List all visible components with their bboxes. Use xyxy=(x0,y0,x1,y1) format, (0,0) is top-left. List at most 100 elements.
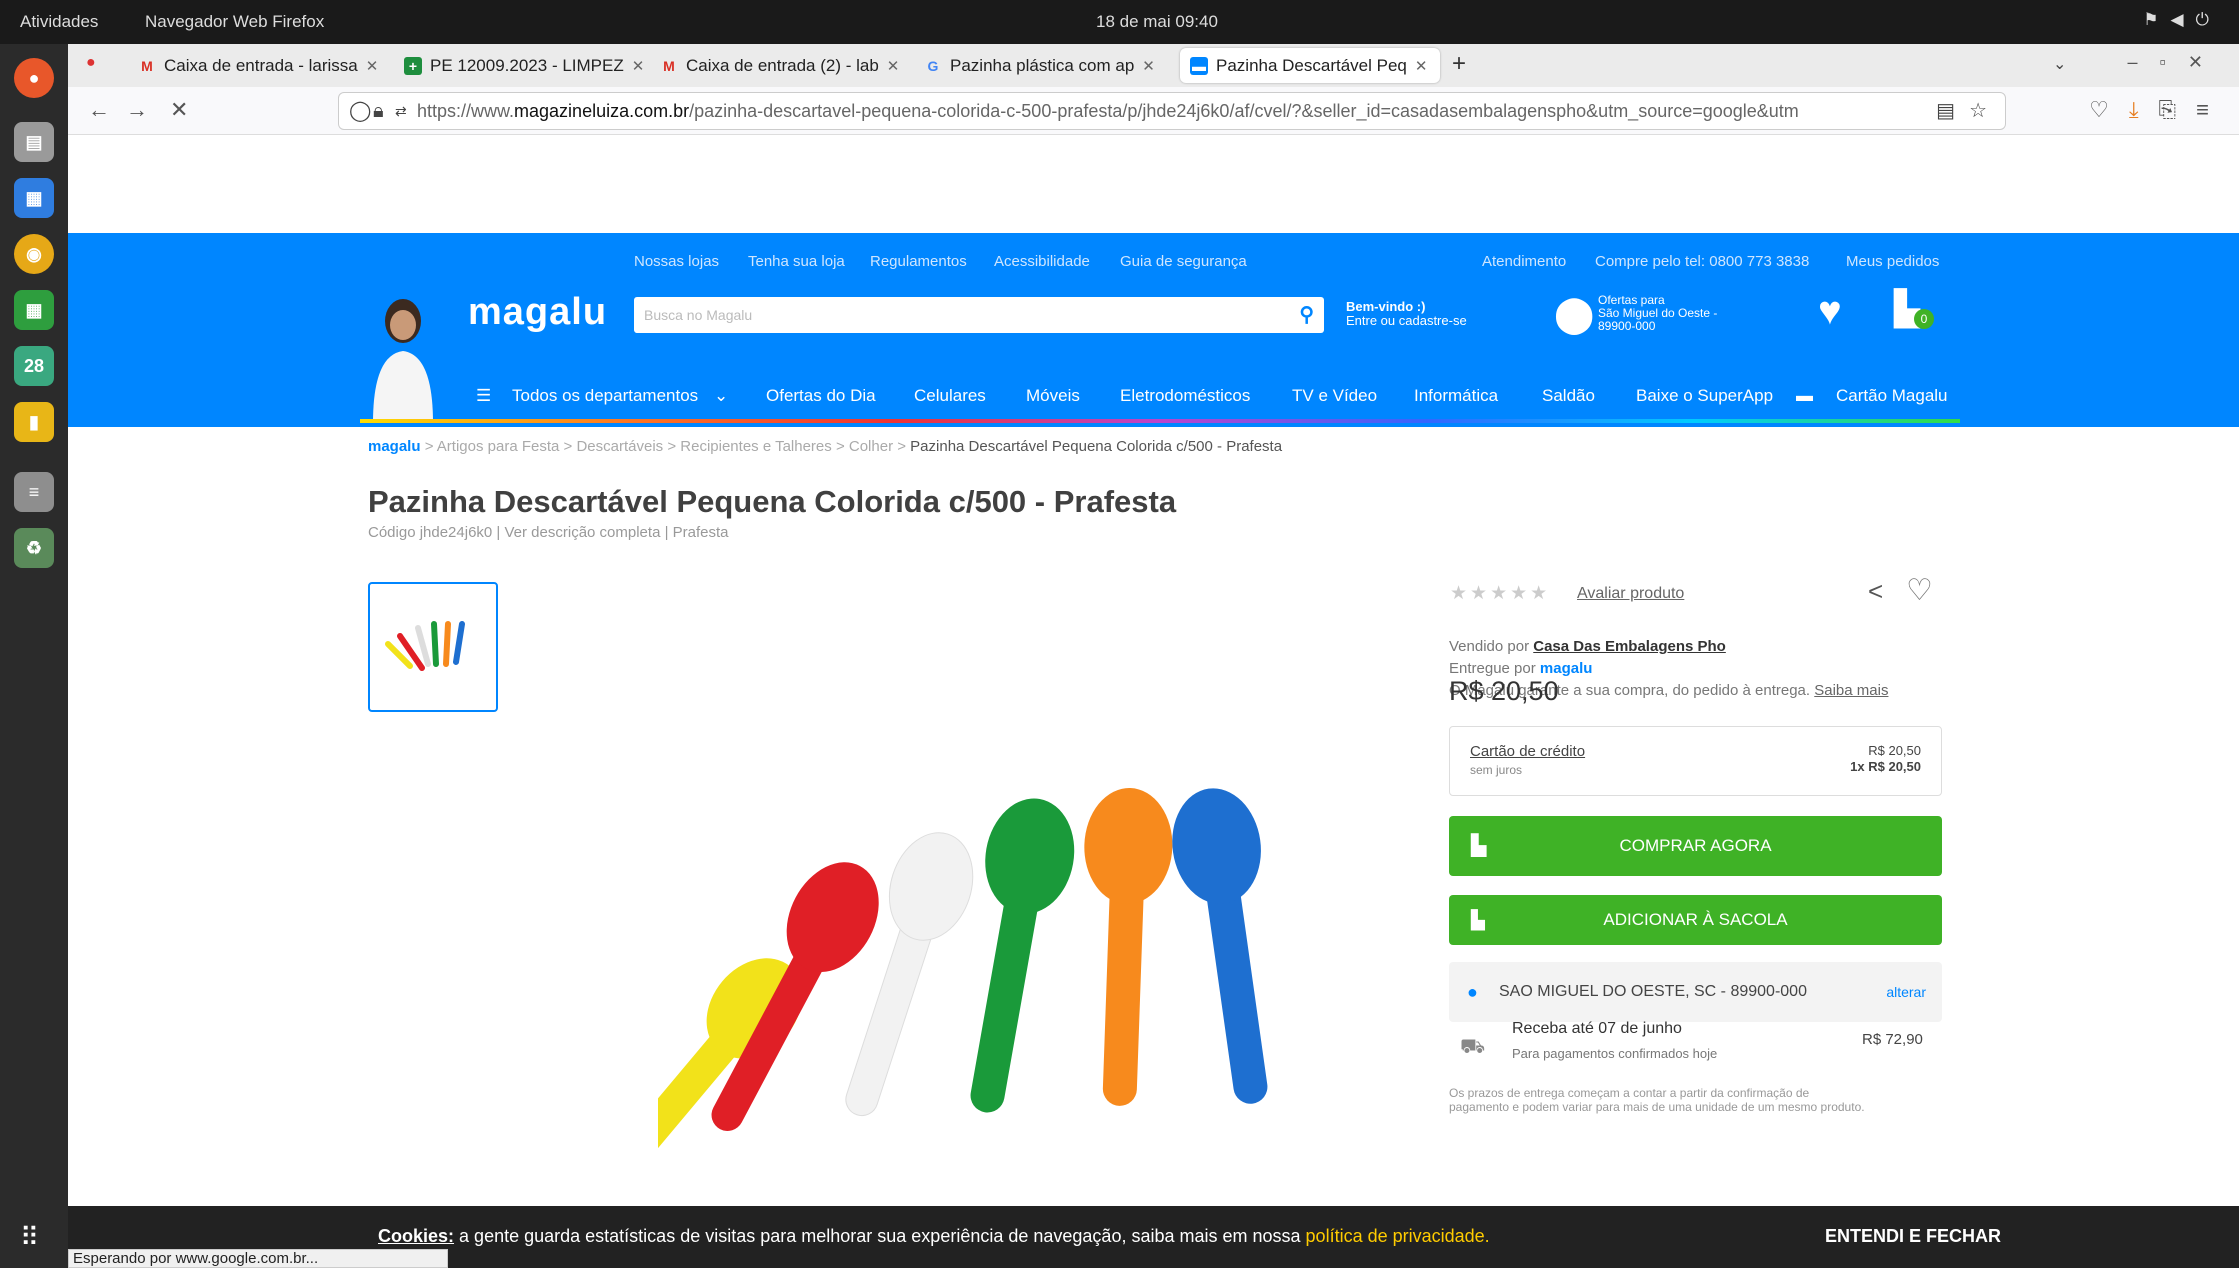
product-main-image[interactable] xyxy=(658,676,1338,1176)
rate-product-link[interactable]: Avaliar produto xyxy=(1577,585,1684,603)
forward-icon[interactable]: → xyxy=(126,97,148,123)
link-atendimento[interactable]: Atendimento xyxy=(1482,253,1566,270)
link-regulamentos[interactable]: Regulamentos xyxy=(870,253,967,270)
close-tab-icon[interactable]: ✕ xyxy=(1415,57,1428,75)
app-grid-icon[interactable]: ⠿ xyxy=(20,1222,39,1253)
calendar-icon[interactable]: 28 xyxy=(14,346,54,386)
firefox-icon[interactable]: ● xyxy=(14,58,54,98)
close-tab-icon[interactable]: ✕ xyxy=(366,57,379,75)
download-icon[interactable]: ⤓ xyxy=(2129,97,2159,122)
lock-icon[interactable]: 🔒︎ xyxy=(373,93,384,129)
category-saldao[interactable]: Saldão xyxy=(1542,386,1595,406)
close-tab-icon[interactable]: ✕ xyxy=(1142,57,1155,75)
card-sub: sem juros xyxy=(1470,763,1523,777)
tab-list-icon[interactable]: ⌄ xyxy=(2053,54,2066,74)
network-icon: ⚑ xyxy=(2143,10,2171,29)
close-tab-icon[interactable]: ✕ xyxy=(887,57,900,75)
seller-link[interactable]: Casa Das Embalagens Pho xyxy=(1533,638,1726,655)
dock: ● ▤ ▦ ◉ ▦ 28 ▮ ≡ ♻ ⠿ xyxy=(0,44,68,1268)
trash-icon[interactable]: ♻ xyxy=(14,528,54,568)
close-window-icon[interactable]: ✕ xyxy=(2188,52,2225,72)
rating-stars[interactable]: ★★★★★ xyxy=(1450,582,1550,605)
notes-icon[interactable]: ▮ xyxy=(14,402,54,442)
text-editor-icon[interactable]: ≡ xyxy=(14,472,54,512)
search-icon[interactable]: ⚲ xyxy=(1299,297,1314,333)
extension-icon[interactable]: ● xyxy=(86,54,96,72)
reader-view-icon[interactable]: ▤ xyxy=(1936,93,1955,129)
login-link[interactable]: Entre ou cadastre-se xyxy=(1346,313,1467,328)
payment-option-card[interactable]: Cartão de crédito sem juros R$ 20,50 1x … xyxy=(1449,726,1942,796)
card-label[interactable]: Cartão de crédito xyxy=(1470,743,1585,760)
chevron-down-icon[interactable]: ⌄ xyxy=(714,386,728,406)
category-moveis[interactable]: Móveis xyxy=(1026,386,1080,406)
close-tab-icon[interactable]: ✕ xyxy=(632,57,645,75)
tab-magalu-active[interactable]: ▬ Pazinha Descartável Peq ✕ xyxy=(1180,48,1440,83)
activities-button[interactable]: Atividades xyxy=(20,12,98,32)
url-bar[interactable]: ◯ 🔒︎ ⇄ https://www.magazineluiza.com.br/… xyxy=(338,92,2006,130)
product-price: R$ 20,50 xyxy=(1449,676,1559,706)
category-cartao-magalu[interactable]: Cartão Magalu xyxy=(1836,386,1948,406)
tab-gmail-1[interactable]: M Caixa de entrada - larissa ✕ xyxy=(128,48,398,83)
link-meus-pedidos[interactable]: Meus pedidos xyxy=(1846,253,1939,270)
maximize-icon[interactable]: ▫ xyxy=(2160,52,2188,72)
permissions-icon[interactable]: ⇄ xyxy=(395,93,407,129)
favorite-heart-icon[interactable]: ♡ xyxy=(1906,573,1933,608)
location-pin-icon[interactable]: ⬤ xyxy=(1554,293,1594,335)
breadcrumb-home[interactable]: magalu xyxy=(368,438,421,455)
privacy-policy-link[interactable]: política de privacidade. xyxy=(1306,1226,1490,1246)
sheets-icon: + xyxy=(404,56,422,75)
active-app-label[interactable]: Navegador Web Firefox xyxy=(145,12,324,32)
cart-icon[interactable]: ▙ 0 xyxy=(1894,289,1934,329)
stop-icon[interactable]: ✕ xyxy=(170,97,188,123)
back-icon[interactable]: ← xyxy=(88,97,110,123)
delivered-by-line: Entregue por magalu xyxy=(1449,660,1592,677)
category-celulares[interactable]: Celulares xyxy=(914,386,986,406)
category-informatica[interactable]: Informática xyxy=(1414,386,1498,406)
product-code-line[interactable]: Código jhde24j6k0 | Ver descrição comple… xyxy=(368,524,729,541)
clock[interactable]: 18 de mai 09:40 xyxy=(1096,12,1218,32)
minimize-icon[interactable]: – xyxy=(2128,52,2160,72)
wishlist-heart-icon[interactable]: ♥ xyxy=(1818,289,1842,334)
breadcrumb-item[interactable]: Artigos para Festa xyxy=(437,438,560,455)
new-tab-icon[interactable]: + xyxy=(1452,50,1466,78)
firefox-window: ● M Caixa de entrada - larissa ✕ + PE 12009… xyxy=(68,44,2239,1268)
calc-icon[interactable]: ▦ xyxy=(14,290,54,330)
window-controls[interactable]: –▫✕ xyxy=(2128,52,2226,73)
product-thumbnail[interactable] xyxy=(368,582,498,712)
link-acessibilidade[interactable]: Acessibilidade xyxy=(994,253,1090,270)
system-tray[interactable]: ⚑◀⏻ xyxy=(2143,10,2221,30)
breadcrumb-item[interactable]: Recipientes e Talheres xyxy=(680,438,831,455)
search-input[interactable]: Busca no Magalu ⚲ xyxy=(634,297,1324,333)
chrome-icon[interactable]: ◉ xyxy=(14,234,54,274)
shield-icon[interactable]: ◯ xyxy=(349,93,371,129)
category-eletrodomesticos[interactable]: Eletrodomésticos xyxy=(1120,386,1250,406)
link-compre-pelo-tel[interactable]: Compre pelo tel: 0800 773 3838 xyxy=(1595,253,1809,270)
learn-more-link[interactable]: Saiba mais xyxy=(1814,682,1888,699)
add-to-bag-button[interactable]: ▙ ADICIONAR À SACOLA xyxy=(1449,895,1942,945)
magalu-logo[interactable]: magalu xyxy=(468,291,607,334)
pocket-icon[interactable]: ♡ xyxy=(2089,97,2129,122)
files-icon[interactable]: ▤ xyxy=(14,122,54,162)
link-tenha-sua-loja[interactable]: Tenha sua loja xyxy=(748,253,845,270)
category-ofertas-dia[interactable]: Ofertas do Dia xyxy=(766,386,876,406)
breadcrumb-item[interactable]: Colher xyxy=(849,438,893,455)
offers-cep[interactable]: 89900-000 xyxy=(1598,319,1655,334)
share-icon[interactable]: < xyxy=(1868,576,1883,607)
menu-hamburger-icon[interactable]: ☰ xyxy=(476,386,491,406)
breadcrumb-item[interactable]: Descartáveis xyxy=(576,438,663,455)
change-location-link[interactable]: alterar xyxy=(1886,962,1926,1022)
magalu-icon: ▬ xyxy=(1190,56,1208,75)
cookie-lead: Cookies: xyxy=(378,1226,455,1246)
link-guia-seguranca[interactable]: Guia de segurança xyxy=(1120,253,1247,270)
buy-now-button[interactable]: ▙ COMPRAR AGORA xyxy=(1449,816,1942,876)
cookie-accept-button[interactable]: ENTENDI E FECHAR xyxy=(1825,1226,2001,1247)
category-todos-departamentos[interactable]: Todos os departamentos xyxy=(512,386,698,406)
menu-icon[interactable]: ≡ xyxy=(2196,97,2229,122)
category-tv-video[interactable]: TV e Vídeo xyxy=(1292,386,1377,406)
bookmark-star-icon[interactable]: ☆ xyxy=(1969,93,1987,129)
writer-icon[interactable]: ▦ xyxy=(14,178,54,218)
link-nossas-lojas[interactable]: Nossas lojas xyxy=(634,253,719,270)
extensions-icon[interactable]: ⎘ xyxy=(2159,97,2197,122)
category-superapp[interactable]: Baixe o SuperApp xyxy=(1636,386,1773,406)
header-rainbow-bar xyxy=(360,419,1960,423)
